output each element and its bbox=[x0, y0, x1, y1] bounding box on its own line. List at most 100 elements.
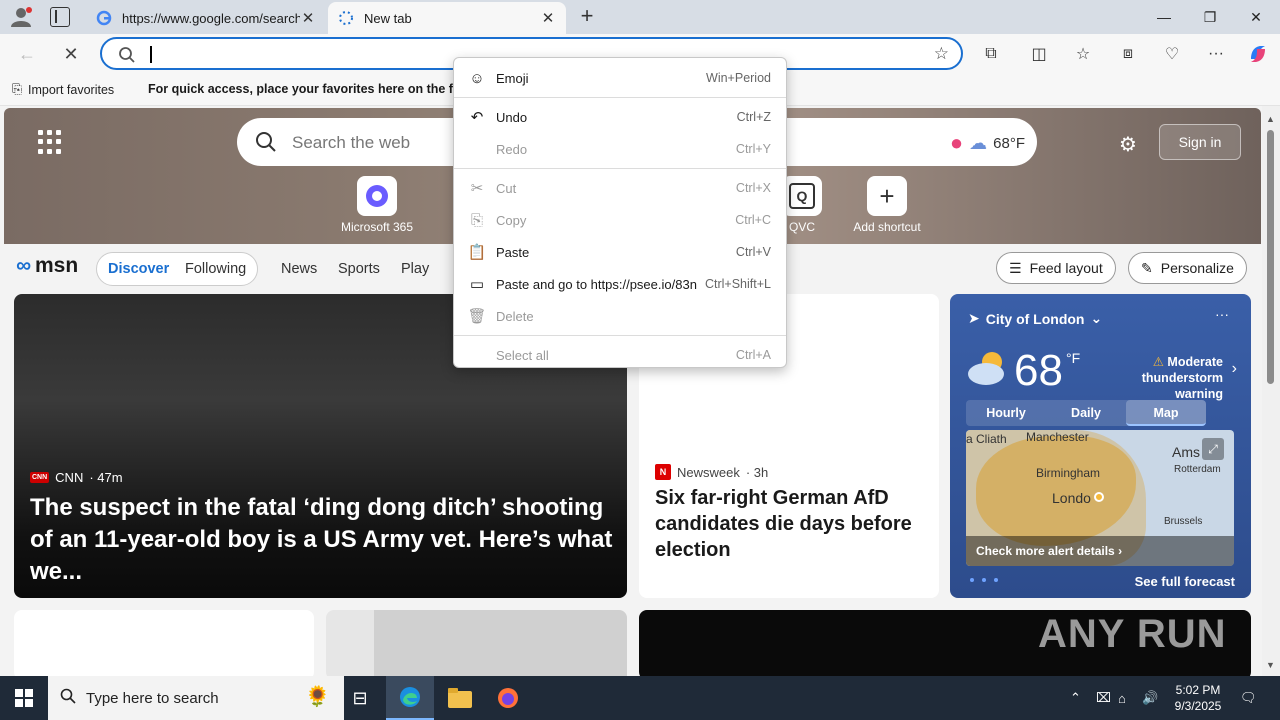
stop-loading-icon[interactable]: ✕ bbox=[56, 39, 86, 69]
context-menu: ☺ Emoji Win+Period ↶ Undo Ctrl+Z Redo Ct… bbox=[453, 57, 787, 368]
tab-map[interactable]: Map bbox=[1126, 400, 1206, 426]
minimize-icon[interactable]: — bbox=[1141, 0, 1187, 34]
menu-item-undo[interactable]: ↶ Undo Ctrl+Z bbox=[454, 101, 786, 133]
see-full-forecast-link[interactable]: See full forecast bbox=[1135, 574, 1235, 589]
weather-alert[interactable]: ⚠ Moderate thunderstorm warning bbox=[1093, 354, 1223, 402]
tab-hourly[interactable]: Hourly bbox=[966, 400, 1046, 426]
news-card[interactable] bbox=[14, 610, 314, 676]
app-launcher-icon[interactable] bbox=[38, 130, 62, 154]
tab-new-tab[interactable]: New tab ✕ bbox=[328, 2, 566, 34]
weather-card: ➤ City of London ⌄ ··· 68 °F ⚠ Moderate … bbox=[950, 294, 1251, 598]
sign-in-button[interactable]: Sign in bbox=[1159, 124, 1241, 160]
nav-news[interactable]: News bbox=[281, 261, 317, 277]
location-arrow-icon: ➤ bbox=[968, 310, 980, 326]
import-favorites-button[interactable]: ⎘ Import favorites bbox=[12, 82, 114, 97]
show-hidden-icons-icon[interactable]: ⌃ bbox=[1070, 676, 1081, 720]
import-favorites-label: Import favorites bbox=[28, 82, 115, 97]
volume-icon[interactable]: 🔊 bbox=[1142, 676, 1158, 720]
expand-icon[interactable]: ⤢ bbox=[1202, 438, 1224, 460]
tab-google-search[interactable]: https://www.google.com/search?q ✕ bbox=[86, 2, 326, 34]
add-favorite-star-icon[interactable]: ☆ bbox=[934, 44, 949, 64]
alert-details-link[interactable]: Check more alert details › bbox=[966, 536, 1234, 566]
map-label: Manchester bbox=[1026, 430, 1089, 444]
tab-discover[interactable]: Discover bbox=[108, 261, 169, 277]
nav-play[interactable]: Play bbox=[401, 261, 429, 277]
tab-following[interactable]: Following bbox=[185, 261, 246, 277]
tab-daily[interactable]: Daily bbox=[1046, 400, 1126, 426]
search-highlight-flowers-icon: 🌻 bbox=[305, 686, 330, 708]
tab-actions-icon[interactable] bbox=[50, 7, 70, 27]
more-options-icon[interactable]: ··· bbox=[1215, 306, 1229, 322]
sliders-icon: ☰ bbox=[1009, 259, 1022, 276]
more-options-icon[interactable]: ··· bbox=[1202, 40, 1230, 68]
close-window-icon[interactable]: ✕ bbox=[1233, 0, 1279, 34]
page-scrollbar[interactable]: ▲ ▼ bbox=[1262, 106, 1280, 676]
shortcut-microsoft-365[interactable]: Microsoft 365 bbox=[337, 176, 417, 234]
search-icon bbox=[118, 46, 136, 67]
notifications-icon[interactable]: 🗨 bbox=[1240, 676, 1257, 720]
card-headline[interactable]: The suspect in the fatal ‘ding dong ditc… bbox=[30, 492, 615, 588]
loading-spinner-icon bbox=[338, 10, 354, 26]
back-arrow-icon[interactable]: ← bbox=[12, 39, 42, 69]
add-shortcut-button[interactable]: + Add shortcut bbox=[847, 176, 927, 234]
weather-mini[interactable]: ● ☁ 68°F bbox=[950, 130, 1025, 156]
scroll-down-icon[interactable]: ▼ bbox=[1266, 660, 1275, 670]
qvc-icon: Q bbox=[782, 176, 822, 216]
copilot-icon[interactable] bbox=[1244, 40, 1272, 68]
weather-map[interactable]: a Cliath Manchester Birmingham Londo Ams… bbox=[966, 430, 1234, 566]
search-icon bbox=[255, 131, 277, 156]
favorites-hint: For quick access, place your favorites h… bbox=[148, 82, 468, 96]
msn-butterfly-icon: ∞ bbox=[16, 254, 31, 277]
new-tab-plus-icon[interactable]: + bbox=[575, 5, 599, 29]
card-age: · 3h bbox=[745, 464, 769, 480]
browser-essentials-icon[interactable]: ♡ bbox=[1158, 40, 1186, 68]
msn-logo[interactable]: ∞ msn bbox=[16, 254, 78, 278]
firefox-icon[interactable] bbox=[484, 676, 532, 720]
close-tab-icon[interactable]: ✕ bbox=[300, 9, 316, 27]
favorites-icon[interactable]: ☆ bbox=[1069, 40, 1097, 68]
search-icon bbox=[60, 688, 76, 708]
menu-item-emoji[interactable]: ☺ Emoji Win+Period bbox=[454, 62, 786, 94]
map-label: Brussels bbox=[1164, 516, 1203, 527]
news-card[interactable] bbox=[326, 610, 627, 676]
settings-gear-icon[interactable]: ⚙ bbox=[1119, 132, 1137, 157]
personalize-button[interactable]: ✎ Personalize bbox=[1128, 252, 1247, 284]
profile-avatar-icon[interactable] bbox=[8, 5, 34, 29]
menu-shortcut: Ctrl+X bbox=[735, 181, 771, 195]
card-headline[interactable]: Six far-right German AfD candidates die … bbox=[655, 485, 925, 563]
menu-divider bbox=[454, 168, 786, 169]
device-icon[interactable]: ⌧ bbox=[1096, 676, 1111, 720]
menu-item-paste[interactable]: 📋 Paste Ctrl+V bbox=[454, 236, 786, 268]
menu-item-redo[interactable]: Redo Ctrl+Y bbox=[454, 133, 786, 165]
file-explorer-icon[interactable] bbox=[436, 676, 484, 720]
weather-location[interactable]: ➤ City of London ⌄ bbox=[968, 310, 1102, 327]
windows-start-icon[interactable] bbox=[0, 676, 48, 720]
edge-taskbar-icon[interactable] bbox=[386, 676, 434, 720]
personalize-icon: ✎ bbox=[1141, 259, 1153, 276]
menu-item-select-all[interactable]: Select all Ctrl+A bbox=[454, 339, 786, 371]
menu-item-copy[interactable]: ⎘ Copy Ctrl+C bbox=[454, 204, 786, 236]
menu-divider bbox=[454, 97, 786, 98]
menu-item-delete[interactable]: 🗑 Delete bbox=[454, 300, 786, 332]
menu-shortcut: Ctrl+Shift+L bbox=[704, 277, 771, 291]
scrollbar-thumb[interactable] bbox=[1267, 130, 1274, 384]
split-screen-icon[interactable]: ◫ bbox=[1025, 40, 1053, 68]
scroll-up-icon[interactable]: ▲ bbox=[1266, 114, 1275, 124]
chevron-down-icon: ⌄ bbox=[1090, 310, 1103, 326]
menu-shortcut: Ctrl+Z bbox=[736, 110, 771, 124]
taskbar-search[interactable]: Type here to search 🌻 bbox=[48, 676, 344, 720]
network-icon[interactable]: ⌂ bbox=[1118, 676, 1126, 720]
clock[interactable]: 5:02 PM 9/3/2025 bbox=[1168, 682, 1228, 714]
restore-icon[interactable]: ❐ bbox=[1187, 0, 1233, 34]
menu-item-cut[interactable]: ✂ Cut Ctrl+X bbox=[454, 172, 786, 204]
menu-shortcut: Ctrl+A bbox=[735, 348, 771, 362]
close-tab-icon[interactable]: ✕ bbox=[540, 9, 556, 27]
menu-item-paste-and-go[interactable]: ▭ Paste and go to https://psee.io/83n Ct… bbox=[454, 268, 786, 300]
feed-layout-button[interactable]: ☰ Feed layout bbox=[996, 252, 1116, 284]
extensions-puzzle-icon[interactable]: ⧉ bbox=[977, 40, 1005, 68]
task-view-icon[interactable]: ⊟ bbox=[336, 676, 384, 720]
chevron-right-icon[interactable]: › bbox=[1232, 360, 1237, 378]
nav-sports[interactable]: Sports bbox=[338, 261, 380, 277]
cloud-sun-icon: ☁ bbox=[969, 132, 988, 153]
collections-icon[interactable]: ⧈ bbox=[1114, 40, 1142, 68]
